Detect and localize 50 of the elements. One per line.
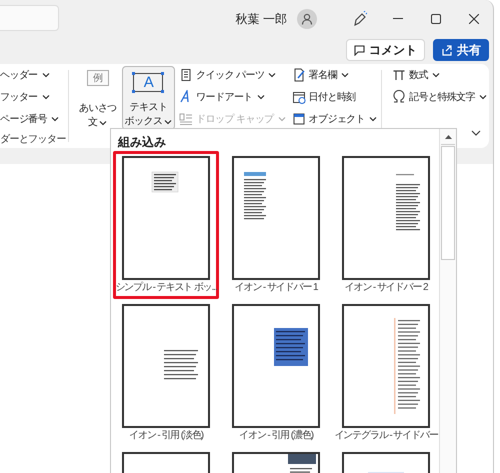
- avatar-icon[interactable]: [297, 9, 317, 29]
- search-field[interactable]: [0, 5, 59, 31]
- text-box-button[interactable]: A テキスト ボックス: [122, 66, 176, 130]
- scroll-thumb[interactable]: [441, 146, 455, 260]
- ribbon-item[interactable]: 数式: [390, 64, 489, 86]
- ribbon-item[interactable]: オブジェクト: [290, 108, 379, 130]
- quick-parts-icon: [179, 68, 194, 82]
- calendar-icon: [292, 90, 306, 104]
- ribbon-item[interactable]: ヘッダー: [0, 64, 62, 86]
- collapse-icon[interactable]: [471, 130, 481, 136]
- caret-icon: [432, 72, 440, 78]
- ribbon-item[interactable]: ワードアート: [177, 86, 288, 108]
- caret-icon: [164, 119, 172, 125]
- caret-icon: [340, 72, 349, 78]
- greeting-button[interactable]: 例 あいさつ 文: [76, 66, 120, 130]
- caret-icon: [42, 94, 50, 100]
- ribbon-item[interactable]: 記号と特殊文字: [390, 86, 489, 108]
- ribbon-item[interactable]: フッター: [0, 86, 62, 108]
- pi-icon: [392, 68, 406, 82]
- maximize-icon[interactable]: [431, 14, 441, 24]
- comment-button[interactable]: コメント: [346, 39, 425, 61]
- share-button[interactable]: 共有: [433, 39, 489, 61]
- caret-icon: [278, 116, 286, 122]
- object-icon: [292, 112, 306, 126]
- ribbon-item[interactable]: ページ番号: [0, 108, 62, 130]
- omega-icon: [392, 90, 406, 104]
- minimize-icon[interactable]: [393, 18, 403, 20]
- ribbon-item[interactable]: 日付と時刻: [290, 86, 379, 108]
- caret-icon: [42, 72, 50, 78]
- ribbon-item[interactable]: クイック パーツ: [177, 64, 288, 86]
- caret-icon: [99, 120, 108, 126]
- caret-icon: [268, 72, 276, 78]
- group-label: ダーとフッター: [0, 133, 66, 147]
- user-name: 秋葉 一郎: [236, 10, 287, 28]
- comment-icon: [354, 44, 365, 56]
- signature-icon: [292, 68, 306, 82]
- caret-icon: [51, 116, 60, 122]
- caret-icon: [256, 94, 265, 100]
- drop-cap-icon: [179, 112, 194, 126]
- scrollbar[interactable]: [439, 129, 456, 473]
- close-icon[interactable]: [469, 14, 479, 24]
- pen-icon[interactable]: [353, 11, 367, 27]
- caret-icon: [369, 116, 377, 122]
- text-box-icon: A: [133, 73, 164, 92]
- scroll-up-icon[interactable]: [444, 134, 452, 138]
- sample-icon: 例: [86, 70, 109, 86]
- ribbon-item[interactable]: 署名欄: [290, 64, 379, 86]
- caret-icon: [478, 94, 487, 100]
- gallery-heading: 組み込み: [118, 134, 167, 151]
- share-icon: [441, 44, 453, 56]
